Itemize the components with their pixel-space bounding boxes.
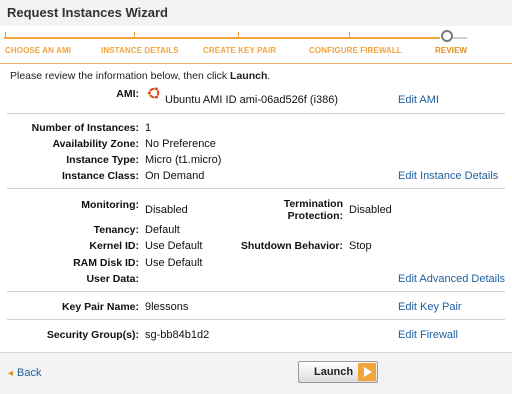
instance-type-label: Instance Type: xyxy=(66,154,139,166)
steps-divider xyxy=(0,63,512,64)
current-step-circle-icon xyxy=(441,30,453,42)
shutdown-behavior-value: Stop xyxy=(349,240,372,252)
termination-protection-label-line1: Termination xyxy=(283,198,343,210)
step-create-key-pair[interactable]: CREATE KEY PAIR xyxy=(203,46,276,55)
monitoring-value: Disabled xyxy=(145,204,188,216)
number-of-instances-value: 1 xyxy=(145,122,152,134)
wizard-title-bar: Request Instances Wizard xyxy=(0,0,512,27)
edit-instance-details-link[interactable]: Edit Instance Details xyxy=(398,170,498,182)
instance-class-value: On Demand xyxy=(145,170,205,182)
tenancy-value: Default xyxy=(145,224,180,236)
progress-track-remaining xyxy=(453,37,467,39)
step-choose-ami[interactable]: CHOOSE AN AMI xyxy=(5,46,71,55)
kernel-id-value: Use Default xyxy=(145,240,203,252)
section-divider xyxy=(7,291,505,292)
shutdown-behavior-label: Shutdown Behavior: xyxy=(240,240,343,252)
ami-label: AMI: xyxy=(116,88,139,100)
instance-type-value: Micro (t1.micro) xyxy=(145,154,222,166)
availability-zone-label: Availability Zone: xyxy=(52,138,139,150)
step-instance-details[interactable]: INSTANCE DETAILS xyxy=(101,46,179,55)
wizard-footer: ◂ Back Launch xyxy=(0,352,512,394)
edit-firewall-link[interactable]: Edit Firewall xyxy=(398,329,458,341)
back-link[interactable]: ◂ Back xyxy=(8,367,42,379)
play-arrow-icon xyxy=(358,363,376,381)
user-data-label: User Data: xyxy=(86,273,139,285)
monitoring-label: Monitoring: xyxy=(81,199,139,211)
step-tick xyxy=(5,32,6,38)
ami-value: Ubuntu AMI ID ami-06ad526f (i386) xyxy=(165,94,339,106)
section-divider xyxy=(7,319,505,320)
wizard-title: Request Instances Wizard xyxy=(7,5,168,20)
back-arrow-icon: ◂ xyxy=(8,368,14,379)
availability-zone-value: No Preference xyxy=(145,138,216,150)
termination-protection-label-line2: Protection: xyxy=(287,210,343,222)
section-divider xyxy=(7,113,505,114)
section-divider xyxy=(7,188,505,189)
security-groups-value: sg-bb84b1d2 xyxy=(145,329,210,341)
launch-button[interactable]: Launch xyxy=(298,361,378,383)
step-configure-firewall[interactable]: CONFIGURE FIREWALL xyxy=(309,46,402,55)
wizard-steps: CHOOSE AN AMI INSTANCE DETAILS CREATE KE… xyxy=(0,26,512,64)
kernel-id-label: Kernel ID: xyxy=(89,240,139,252)
number-of-instances-label: Number of Instances: xyxy=(31,122,139,134)
ram-disk-id-label: RAM Disk ID: xyxy=(73,257,139,269)
back-label: Back xyxy=(17,367,42,379)
step-review: REVIEW xyxy=(435,46,468,55)
launch-button-label: Launch xyxy=(314,366,354,378)
ram-disk-id-value: Use Default xyxy=(145,257,203,269)
step-tick xyxy=(238,32,239,38)
edit-key-pair-link[interactable]: Edit Key Pair xyxy=(398,301,462,313)
ubuntu-logo-icon xyxy=(147,86,160,100)
intro-text: Please review the information below, the… xyxy=(10,70,271,82)
edit-advanced-details-link[interactable]: Edit Advanced Details xyxy=(398,273,505,285)
termination-protection-value: Disabled xyxy=(349,204,392,216)
security-groups-label: Security Group(s): xyxy=(46,329,139,341)
step-tick xyxy=(349,32,350,38)
step-tick xyxy=(134,32,135,38)
key-pair-name-value: 9lessons xyxy=(145,301,189,313)
instance-class-label: Instance Class: xyxy=(61,170,139,182)
progress-track xyxy=(4,37,440,39)
edit-ami-link[interactable]: Edit AMI xyxy=(398,94,439,106)
key-pair-name-label: Key Pair Name: xyxy=(61,301,139,313)
tenancy-label: Tenancy: xyxy=(93,224,139,236)
